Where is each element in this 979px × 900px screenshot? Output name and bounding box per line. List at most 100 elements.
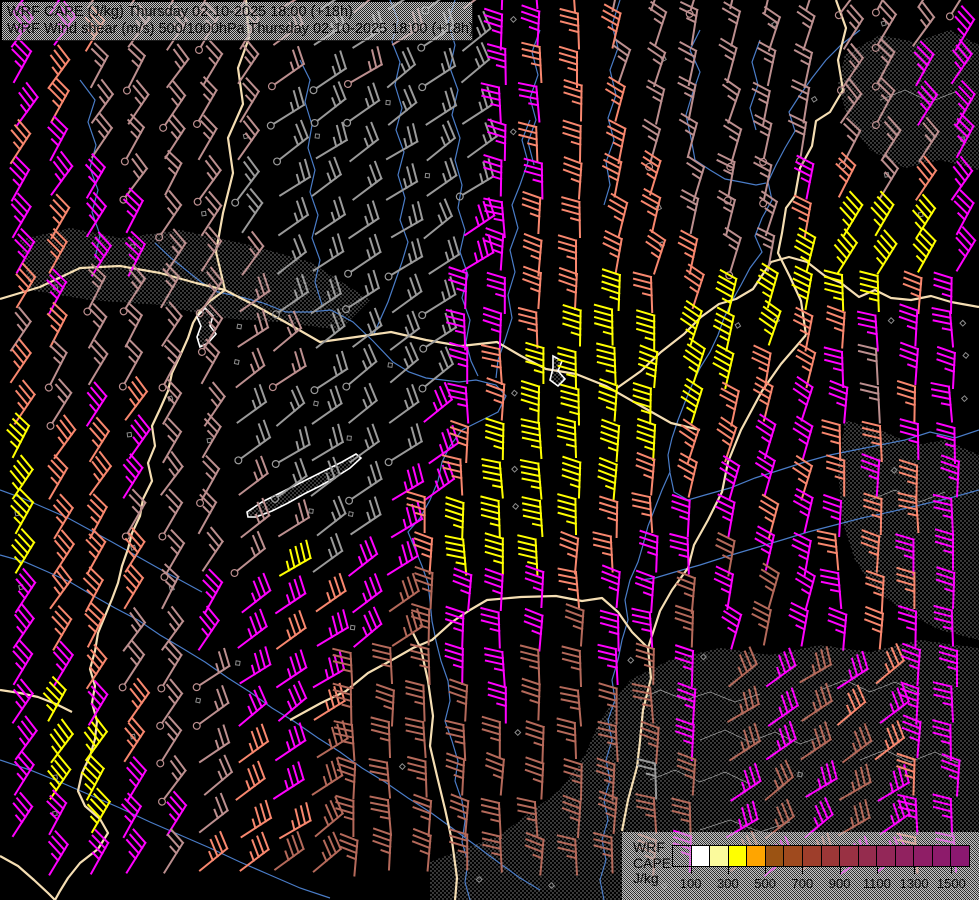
legend-colorbar-cell [877,846,896,866]
wind-barb [562,457,580,498]
wind-barb [306,198,349,234]
wind-barb [0,456,48,518]
wind-barb [185,607,221,650]
wind-barb [190,794,232,832]
legend-label-units: J/kg [633,871,671,887]
wind-barb [229,189,265,232]
wind-barb [0,793,35,836]
wind-barb [522,609,542,650]
wind-barb [35,791,69,834]
legend-colorbar-cell [673,846,692,866]
legend-colorbar-cell [896,846,915,866]
wind-barb [111,529,147,572]
wind-barb [304,425,347,460]
wind-barb [272,803,315,838]
wind-barb [110,608,148,650]
wind-barb [632,492,652,533]
wind-barb [230,833,272,871]
wind-barb [147,82,190,133]
wind-barb [259,47,310,91]
wind-barb [265,832,307,869]
wind-barb [519,308,537,349]
wind-barb [420,237,463,273]
wind-barb [746,115,776,166]
wind-barb [634,272,652,313]
wind-barb [897,381,915,421]
wind-barb [484,9,502,50]
wind-barb [340,425,382,462]
wind-barb [749,415,777,458]
wind-barb [309,721,352,757]
wind-barb [786,417,813,460]
legend-colorbar-cell [803,846,822,866]
wind-barb [634,571,654,612]
wind-barb [445,607,463,648]
wind-barb [180,649,242,704]
wind-barb [942,191,976,234]
wind-barb [221,532,271,578]
wind-barb [563,305,581,345]
wind-barb [384,609,427,645]
wind-barb [824,230,860,273]
legend-colorbar-cell [859,846,878,866]
legend-colorbar-cell [692,846,711,866]
wind-barb [558,268,577,309]
wind-barb [306,684,349,720]
colorbar-tick-mark [802,867,803,874]
wind-barb [0,339,33,382]
wind-barb [154,45,192,87]
wind-barb [670,534,688,575]
wind-barb [824,153,857,196]
wind-barb [715,383,740,426]
wind-barb [146,756,191,806]
wind-barb [261,349,312,392]
wind-barb [411,829,431,870]
wind-barb [189,832,231,870]
wind-barb [932,382,952,423]
wind-barb [269,198,312,235]
colorbar-tick-mark [840,867,841,874]
wind-barb [232,801,275,837]
colorbar-tick-mark [877,867,878,874]
map-canvas [0,0,979,900]
wind-barb [481,608,499,649]
wind-barb [372,829,391,870]
wind-barb [414,383,456,421]
wind-barb [0,194,33,237]
legend-colorbar-cell [914,846,933,866]
wind-barb [410,49,461,92]
wind-barb [30,720,87,781]
wind-barb [150,830,186,873]
wind-barb [519,82,539,123]
legend-colorbar-cell [933,846,952,866]
wind-barb [110,44,150,95]
weather-map-stage: WRF CAPE (J/kg) Thursday 02-10-2025 18:0… [0,0,979,900]
wind-barb [486,419,519,472]
colorbar-tick-label: 1300 [900,876,929,891]
wind-barb [904,228,938,271]
wind-barb [188,414,223,457]
wind-barb [107,490,161,552]
wind-barb [595,305,613,345]
wind-barb [827,381,847,422]
wind-barb [339,537,381,575]
wind-barb [522,418,542,459]
wind-barb [521,381,539,421]
wind-barb [337,834,357,875]
legend-label-parameter: CAPE [633,856,671,872]
wind-barb [73,383,109,426]
wind-barb [790,0,819,9]
wind-barb [230,725,272,762]
colorbar-tick-label: 500 [754,876,776,891]
colorbar-tick-label: 1500 [937,876,966,891]
wind-barb [418,159,461,196]
wind-barb [372,717,406,771]
legend-colorbar-cell [951,846,969,866]
wind-barb [109,455,145,498]
wind-barb [35,46,72,88]
legend-label-model: WRF [633,840,671,856]
colorbar-tick-label: 900 [829,876,851,891]
wind-barb [484,569,503,610]
wind-barb [713,120,746,171]
wind-barb [710,191,736,234]
